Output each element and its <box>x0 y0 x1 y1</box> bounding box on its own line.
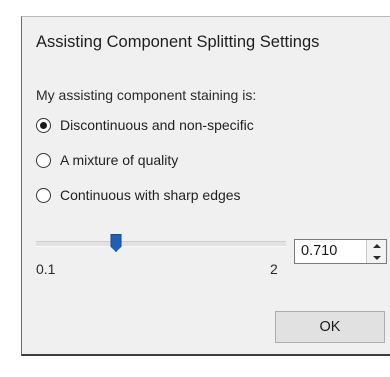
radio-button-icon[interactable] <box>36 187 51 203</box>
slider-track[interactable] <box>36 241 286 247</box>
dialog-title: Assisting Component Splitting Settings <box>36 33 320 51</box>
spin-down-button[interactable] <box>367 252 386 263</box>
arrow-up-icon <box>372 243 381 248</box>
radio-button-icon[interactable] <box>36 152 51 168</box>
screenshot-frame: Assisting Component Splitting Settings M… <box>0 0 390 377</box>
radio-option-continuous[interactable]: Continuous with sharp edges <box>36 185 241 205</box>
slider-max-label: 2 <box>270 261 278 277</box>
radio-button-icon[interactable] <box>36 117 51 133</box>
arrow-down-icon <box>372 255 381 260</box>
spinbox-buttons <box>366 240 386 263</box>
ok-button[interactable]: OK <box>275 311 385 343</box>
spin-up-button[interactable] <box>367 240 386 251</box>
radio-label: Continuous with sharp edges <box>60 187 241 203</box>
settings-dialog: Assisting Component Splitting Settings M… <box>21 16 390 356</box>
radio-option-discontinuous[interactable]: Discontinuous and non-specific <box>36 115 254 135</box>
threshold-spinbox[interactable]: 0.710 <box>294 239 387 264</box>
staining-prompt: My assisting component staining is: <box>36 87 257 103</box>
radio-label: Discontinuous and non-specific <box>60 117 254 133</box>
radio-option-mixture[interactable]: A mixture of quality <box>36 150 178 170</box>
threshold-slider[interactable] <box>36 234 286 254</box>
slider-thumb[interactable] <box>110 234 122 252</box>
slider-min-label: 0.1 <box>36 261 56 277</box>
spinbox-value[interactable]: 0.710 <box>301 243 337 259</box>
radio-label: A mixture of quality <box>60 152 179 168</box>
